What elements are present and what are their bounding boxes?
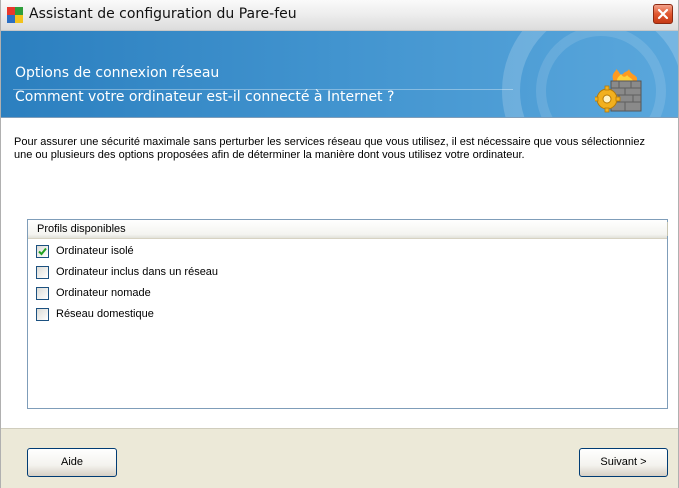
intro-text: Pour assurer une sécurité maximale sans … [14, 136, 645, 161]
column-divider [667, 222, 668, 236]
button-bar: Aide Suivant > [1, 428, 678, 488]
close-icon [657, 8, 669, 20]
content-area: Pour assurer une sécurité maximale sans … [1, 118, 678, 428]
close-button[interactable] [653, 4, 673, 24]
profile-label: Ordinateur nomade [56, 287, 151, 299]
profiles-list[interactable]: Profils disponibles Ordinateur isolé Ord… [27, 219, 668, 409]
profile-label: Ordinateur isolé [56, 245, 134, 257]
avg-app-icon [7, 7, 23, 23]
firewall-icon [593, 69, 647, 117]
profile-checkbox-ordinateur-nomade[interactable] [36, 287, 49, 300]
next-button[interactable]: Suivant > [579, 448, 668, 477]
profile-item-reseau-domestique[interactable]: Réseau domestique [36, 307, 396, 323]
checkmark-icon [38, 247, 47, 256]
profiles-column-header[interactable]: Profils disponibles [28, 220, 668, 239]
header-banner: Options de connexion réseau Comment votr… [1, 31, 678, 117]
profile-checkbox-reseau-domestique[interactable] [36, 308, 49, 321]
window-title: Assistant de configuration du Pare-feu [29, 6, 297, 22]
header-subtitle: Comment votre ordinateur est-il connecté… [15, 89, 395, 105]
help-button[interactable]: Aide [27, 448, 117, 477]
title-bar[interactable]: Assistant de configuration du Pare-feu [1, 0, 678, 31]
profile-item-ordinateur-reseau[interactable]: Ordinateur inclus dans un réseau [36, 265, 396, 281]
profile-checkbox-ordinateur-isole[interactable] [36, 245, 49, 258]
firewall-wizard-window: Assistant de configuration du Pare-feu O… [0, 0, 679, 488]
profile-label: Ordinateur inclus dans un réseau [56, 266, 219, 278]
profiles-header-label: Profils disponibles [37, 223, 126, 235]
profile-label: Réseau domestique [56, 308, 154, 320]
header-title: Options de connexion réseau [15, 65, 220, 81]
profile-item-ordinateur-isole[interactable]: Ordinateur isolé [36, 244, 396, 260]
profile-item-ordinateur-nomade[interactable]: Ordinateur nomade [36, 286, 396, 302]
profile-checkbox-ordinateur-reseau[interactable] [36, 266, 49, 279]
